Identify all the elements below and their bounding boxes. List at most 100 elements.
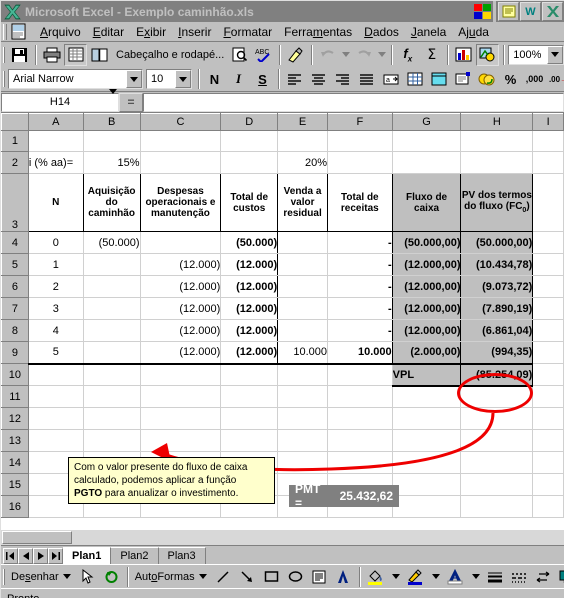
cell-B6[interactable] — [83, 275, 141, 298]
cell-A5[interactable]: 1 — [27, 253, 84, 276]
cell-F11[interactable] — [327, 385, 393, 408]
dash-style-icon[interactable] — [508, 566, 531, 588]
callout-textbox[interactable]: Com o valor presente do fluxo de caixa c… — [68, 457, 275, 504]
pmt-box[interactable]: PMT = 25.432,62 — [289, 482, 399, 510]
rectangle-icon[interactable] — [260, 566, 283, 588]
cell-D10[interactable] — [220, 363, 279, 386]
cell-G1[interactable] — [392, 130, 462, 152]
select-all-button[interactable] — [1, 113, 29, 131]
name-box[interactable]: H14 — [1, 88, 119, 112]
cell-I7[interactable] — [532, 297, 564, 320]
menu-item-formatar[interactable]: Formatar — [217, 24, 278, 40]
cell-I4[interactable] — [532, 231, 564, 254]
horizontal-scrollbar-area[interactable] — [1, 530, 564, 545]
header-venda-residual[interactable]: Venda a valor residual — [277, 173, 328, 232]
save-icon[interactable] — [8, 44, 31, 66]
header-footer-label[interactable]: Cabeçalho e rodapé... — [112, 49, 228, 61]
row-header-3[interactable]: 3 — [1, 173, 29, 232]
cell-H16[interactable] — [460, 495, 534, 518]
cell-I13[interactable] — [532, 429, 564, 452]
first-sheet-icon[interactable] — [3, 548, 18, 564]
cell-I14[interactable] — [532, 451, 564, 474]
undo-dropdown-icon[interactable] — [340, 44, 351, 66]
cell-H5[interactable]: (10.434,78) — [460, 253, 534, 276]
cell-B13[interactable] — [83, 429, 141, 452]
cell-E4[interactable] — [277, 231, 328, 254]
drawing-icon[interactable] — [476, 43, 500, 66]
cell-D12[interactable] — [220, 407, 279, 430]
undo-icon[interactable] — [316, 44, 339, 66]
font-size-combo[interactable]: 10 — [146, 69, 192, 89]
cell-B10[interactable] — [83, 363, 141, 386]
menu-item-arquivo[interactable]: Arquivo — [34, 24, 87, 40]
cell-F12[interactable] — [327, 407, 393, 430]
row-header-8[interactable]: 8 — [1, 319, 29, 342]
cell-G4[interactable]: (50.000,00) — [392, 231, 462, 254]
cell-F10[interactable] — [327, 363, 393, 386]
oval-icon[interactable] — [284, 566, 307, 588]
cell-E2[interactable]: 20% — [277, 151, 328, 174]
cell-G13[interactable] — [392, 429, 462, 452]
sheet-tab-plan1[interactable]: Plan1 — [63, 547, 112, 564]
cell-E13[interactable] — [277, 429, 328, 452]
row-header-9[interactable]: 9 — [1, 341, 29, 364]
notes-icon[interactable] — [498, 2, 519, 21]
cell-D4[interactable]: (50.000) — [220, 231, 279, 254]
cell-D1[interactable] — [220, 130, 279, 152]
chevron-down-icon[interactable] — [109, 88, 117, 106]
underline-button[interactable]: S — [251, 68, 274, 90]
cell-D2[interactable] — [220, 151, 279, 174]
arrow-select-icon[interactable] — [76, 566, 99, 588]
col-header-B[interactable]: B — [82, 113, 141, 131]
cell-B9[interactable] — [83, 341, 141, 365]
align-center-icon[interactable] — [307, 68, 330, 90]
menu-item-ferramentas[interactable]: Ferramentas — [278, 24, 358, 40]
chevron-down-icon[interactable] — [126, 70, 142, 88]
col-header-D[interactable]: D — [220, 113, 279, 131]
font-color-icon[interactable] — [444, 566, 467, 588]
cell-A13[interactable] — [28, 429, 84, 452]
cell-C6[interactable]: (12.000) — [140, 275, 222, 298]
chevron-down-icon[interactable] — [431, 574, 440, 579]
row-header-2[interactable]: 2 — [1, 151, 29, 174]
cell-A11[interactable] — [28, 385, 84, 408]
header-pv-fluxo[interactable]: PV dos termos do fluxo (FC0) — [460, 173, 534, 232]
header-fluxo-caixa[interactable]: Fluxo de caixa — [391, 173, 462, 232]
header-despesas[interactable]: Despesas operacionais e manutenção — [139, 173, 222, 232]
row-header-5[interactable]: 5 — [1, 253, 29, 276]
header-n[interactable]: N — [27, 173, 84, 232]
chart-wizard-icon[interactable] — [452, 44, 475, 66]
format-toolbar-grip[interactable] — [3, 71, 5, 87]
comment-icon[interactable] — [451, 68, 474, 90]
cell-C7[interactable]: (12.000) — [140, 297, 222, 320]
row-header-1[interactable]: 1 — [1, 130, 29, 152]
formula-input[interactable] — [143, 92, 564, 112]
cell-H8[interactable]: (6.861,04) — [460, 319, 534, 342]
cell-E12[interactable] — [277, 407, 328, 430]
menu-item-ajuda[interactable]: Ajuda — [452, 24, 495, 40]
cell-E1[interactable] — [277, 130, 328, 152]
cell-D6[interactable]: (12.000) — [220, 275, 279, 298]
menu-item-editar[interactable]: Editar — [87, 24, 130, 40]
cell-E9[interactable]: 10.000 — [277, 341, 328, 365]
fill-color-icon[interactable] — [427, 68, 450, 90]
cell-I12[interactable] — [532, 407, 564, 430]
justify-icon[interactable] — [355, 68, 378, 90]
chevron-down-icon[interactable] — [198, 574, 207, 579]
cell-C8[interactable]: (12.000) — [140, 319, 222, 342]
cell-H2[interactable] — [460, 151, 534, 174]
cell-H7[interactable]: (7.890,19) — [460, 297, 534, 320]
merge-center-icon[interactable]: a — [379, 68, 402, 90]
chevron-down-icon[interactable] — [175, 70, 191, 88]
arrow-icon[interactable] — [236, 566, 259, 588]
row-header-11[interactable]: 11 — [1, 385, 29, 408]
cell-B5[interactable] — [83, 253, 141, 276]
cell-A9[interactable]: 5 — [27, 341, 84, 365]
print-icon[interactable] — [40, 44, 63, 66]
spellcheck-icon[interactable]: ABC — [252, 44, 275, 66]
bold-button[interactable]: N — [203, 68, 226, 90]
cell-D9[interactable]: (12.000) — [220, 341, 279, 365]
cell-B11[interactable] — [83, 385, 141, 408]
redo-dropdown-icon[interactable] — [376, 44, 387, 66]
menu-item-exibir[interactable]: Exibir — [130, 24, 172, 40]
